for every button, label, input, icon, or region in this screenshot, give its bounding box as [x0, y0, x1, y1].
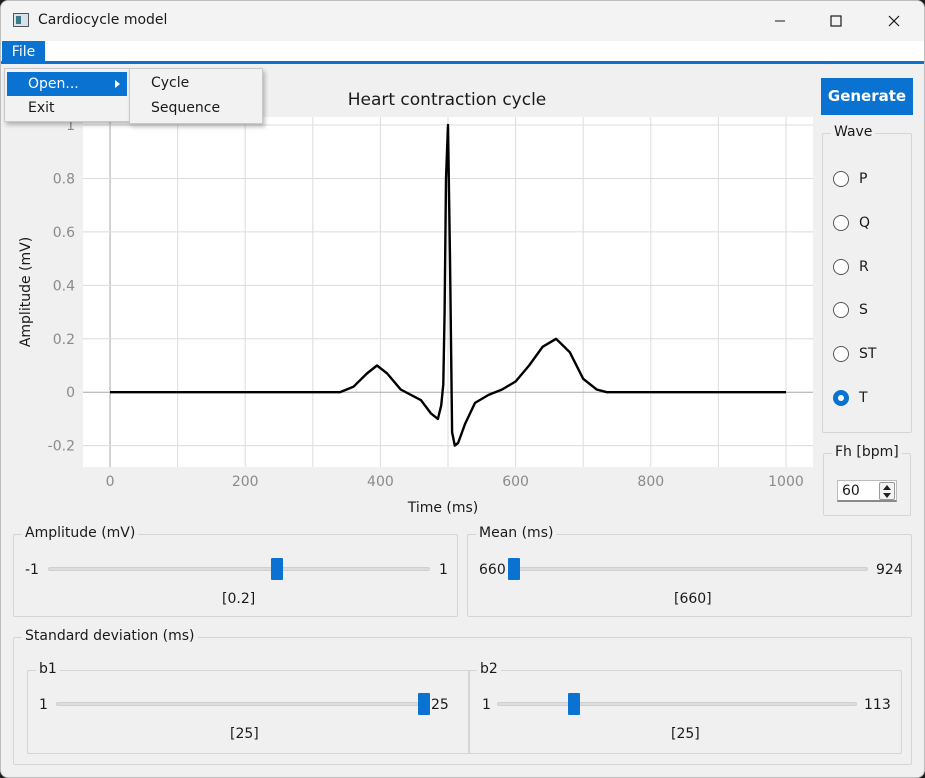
wave-option-s[interactable]: S	[833, 299, 868, 321]
radio-button[interactable]	[833, 302, 849, 319]
x-tick-label: 400	[367, 474, 394, 490]
x-tick-label: 800	[637, 474, 664, 490]
wave-option-p[interactable]: P	[833, 168, 867, 190]
title-bar[interactable]: Cardiocycle model	[1, 1, 924, 41]
mean-value: [660]	[674, 591, 712, 607]
radio-button[interactable]	[833, 258, 849, 275]
b2-slider-thumb[interactable]	[568, 693, 581, 715]
x-tick-label: 1000	[768, 474, 804, 490]
minimize-button[interactable]	[751, 1, 809, 41]
b1-group-label: b1	[36, 661, 60, 677]
chart-title: Heart contraction cycle	[348, 90, 547, 110]
window-title: Cardiocycle model	[38, 12, 168, 28]
open-submenu: Cycle Sequence	[129, 68, 263, 124]
wave-option-q[interactable]: Q	[833, 212, 870, 234]
x-tick-label: 200	[232, 474, 259, 490]
fh-group-label: Fh [bpm]	[832, 444, 902, 460]
b2-slider-track[interactable]	[497, 702, 857, 706]
b2-max-label: 113	[864, 697, 891, 713]
spin-up-icon[interactable]	[883, 485, 891, 490]
wave-option-label: P	[859, 171, 868, 187]
amplitude-slider-track[interactable]	[48, 567, 430, 571]
y-tick-label: 0.6	[53, 225, 75, 241]
x-tick-label: 600	[502, 474, 529, 490]
amplitude-group-label: Amplitude (mV)	[22, 525, 139, 541]
y-tick-label: 0.8	[53, 171, 75, 187]
mean-group-label: Mean (ms)	[476, 525, 557, 541]
close-button[interactable]	[865, 1, 923, 41]
x-tick-label: 0	[106, 474, 115, 490]
amplitude-max-label: 1	[439, 562, 448, 578]
menu-item-exit[interactable]: Exit	[7, 96, 127, 120]
std-group: Standard deviation (ms) b1 1 25 [25] b2 …	[13, 628, 912, 765]
x-axis-label: Time (ms)	[407, 500, 479, 516]
y-axis-label: Amplitude (mV)	[18, 237, 34, 347]
menu-bar: File	[1, 41, 924, 64]
b2-value: [25]	[671, 726, 700, 742]
spin-down-icon[interactable]	[883, 493, 891, 498]
radio-button[interactable]	[833, 171, 849, 187]
std-group-label: Standard deviation (ms)	[22, 628, 198, 644]
wave-option-label: ST	[859, 346, 877, 363]
menu-file[interactable]: File	[2, 41, 45, 64]
app-icon	[13, 13, 29, 27]
wave-option-r[interactable]: R	[833, 256, 869, 278]
fh-group: Fh [bpm] 60	[823, 444, 911, 516]
wave-group-label: Wave	[831, 124, 876, 140]
amplitude-min-label: -1	[25, 562, 39, 578]
radio-button[interactable]	[833, 390, 849, 406]
submenu-item-sequence[interactable]: Sequence	[132, 96, 260, 120]
wave-option-st[interactable]: ST	[833, 343, 876, 365]
b1-value: [25]	[230, 726, 259, 742]
maximize-button[interactable]	[807, 1, 865, 41]
submenu-arrow-icon	[115, 80, 120, 88]
chart-canvas: 0 200 400 600 800 100010.80.60.40.20-0.2Heart…	[18, 90, 813, 516]
mean-slider-track[interactable]	[514, 567, 868, 571]
b1-max-label: 25	[431, 697, 449, 713]
radio-button[interactable]	[833, 346, 849, 363]
main-content: 0 200 400 600 800 1000 1 0.8 0.6 0.4 0.2 0 -0.2 Heart…	[1, 67, 924, 777]
ecg-chart: 0 200 400 600 800 1000 1 0.8 0.6 0.4 0.2 0 -0.2 Heart…	[1, 67, 816, 527]
amplitude-slider-thumb[interactable]	[271, 558, 284, 580]
maximize-icon	[830, 15, 842, 27]
b2-group-label: b2	[477, 661, 501, 677]
file-menu-dropdown: Open... Exit	[4, 68, 130, 122]
b2-min-label: 1	[482, 697, 491, 713]
b1-slider-track[interactable]	[56, 702, 424, 706]
wave-option-label: R	[859, 258, 869, 275]
y-tick-label: -0.2	[48, 439, 75, 455]
app-window: Cardiocycle model File 0 200 400 600 800 1000…	[0, 0, 925, 778]
amplitude-value: [0.2]	[222, 591, 256, 607]
wave-option-label: Q	[859, 214, 871, 231]
menu-item-open-label: Open...	[28, 76, 79, 92]
wave-option-label: S	[859, 302, 868, 319]
fh-value[interactable]: 60	[842, 483, 860, 499]
mean-min-label: 660	[479, 562, 506, 578]
b1-min-label: 1	[39, 697, 48, 713]
generate-button[interactable]: Generate	[821, 78, 913, 115]
b2-group: b2 1 113 [25]	[468, 661, 902, 754]
menu-item-open[interactable]: Open...	[7, 72, 127, 96]
mean-group: Mean (ms) 660 924 [660]	[467, 525, 912, 617]
y-tick-label: 0.2	[53, 332, 75, 348]
submenu-item-cycle[interactable]: Cycle	[132, 71, 260, 95]
radio-button[interactable]	[833, 214, 849, 231]
wave-option-t[interactable]: T	[833, 387, 868, 409]
close-icon	[888, 15, 900, 27]
b1-group: b1 1 25 [25]	[27, 661, 470, 754]
amplitude-group: Amplitude (mV) -1 1 [0.2]	[13, 525, 458, 617]
wave-option-label: T	[859, 390, 868, 406]
mean-slider-thumb[interactable]	[508, 558, 520, 580]
fh-spinbox[interactable]: 60	[837, 480, 897, 502]
mean-max-label: 924	[876, 562, 903, 578]
b1-slider-thumb[interactable]	[418, 693, 430, 715]
minimize-icon	[775, 20, 785, 22]
wave-group: Wave P Q R S ST T	[822, 124, 912, 433]
fh-spin-buttons	[879, 482, 895, 500]
menu-item-exit-label: Exit	[28, 100, 55, 116]
y-tick-label: 0.4	[53, 278, 75, 294]
y-tick-label: 0	[66, 385, 75, 401]
